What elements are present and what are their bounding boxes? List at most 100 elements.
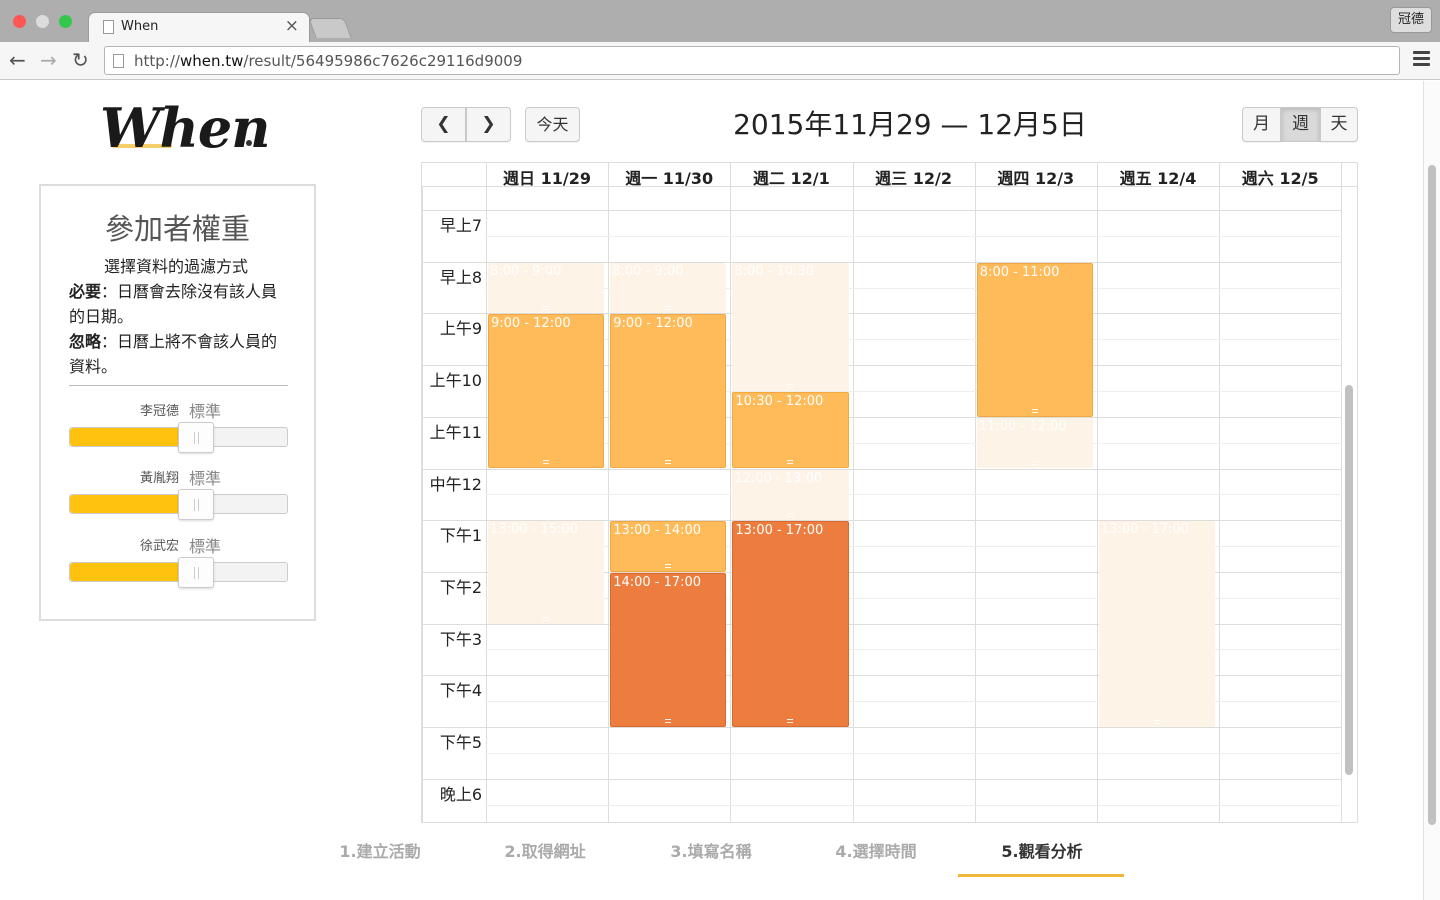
browser-tab[interactable]: When × <box>88 12 310 42</box>
participant-weight-panel: 參加者權重 選擇資料的過濾方式 必要：日曆會去除沒有該人員的日期。 忽略：日曆上… <box>39 184 316 621</box>
window-close-button[interactable] <box>13 15 26 28</box>
url-text[interactable]: http://when.tw/result/56495986c7626c2911… <box>134 52 522 70</box>
day-header: 週六 12/5 <box>1241 169 1319 188</box>
tab-close-icon[interactable]: × <box>285 16 299 36</box>
url-host: when.tw <box>179 52 244 70</box>
weight-slider-fill <box>70 563 180 581</box>
time-label: 晚上6 <box>439 784 482 804</box>
profile-button[interactable]: 冠德 <box>1390 7 1432 33</box>
day-header: 週二 12/1 <box>752 169 830 188</box>
weight-slider-handle[interactable] <box>178 422 214 453</box>
step-2[interactable]: 2.取得網址 <box>475 838 615 862</box>
time-label: 下午2 <box>439 577 482 597</box>
time-label: 下午5 <box>439 733 482 752</box>
time-slot-event[interactable]: 13:00 - 15:00 <box>488 521 605 624</box>
participant-name: 李冠德 <box>139 404 179 419</box>
column-divider <box>852 163 854 187</box>
grid-line <box>422 727 1342 728</box>
page-icon <box>113 54 124 68</box>
window-minimize-button[interactable] <box>36 15 49 28</box>
grid-line <box>486 235 1342 237</box>
participant-row: 黃胤翔 標準 <box>69 467 288 527</box>
participant-row: 徐武宏 標準 <box>69 535 288 595</box>
next-week-button[interactable]: ❯ <box>466 107 511 142</box>
participant-weight: 標準 <box>189 469 222 488</box>
column-divider <box>730 163 732 187</box>
step-5[interactable]: 5.觀看分析 <box>972 838 1112 862</box>
day-header: 週三 12/2 <box>875 169 952 188</box>
time-slot-event[interactable]: 8:00 - 9:00 <box>488 262 605 314</box>
weight-slider-handle[interactable] <box>178 557 214 588</box>
window-maximize-button[interactable] <box>59 15 72 28</box>
divider <box>69 385 288 386</box>
panel-title: 參加者權重 <box>104 212 250 246</box>
time-slot-event[interactable]: 10:30 - 12:00 <box>732 391 849 469</box>
ignore-description: ：日曆上將不會該人員的資料。 <box>69 332 278 376</box>
weight-slider[interactable] <box>69 422 288 453</box>
time-slot-event[interactable]: 13:00 - 14:00 <box>610 521 727 572</box>
prev-week-button[interactable]: ❮ <box>421 107 466 142</box>
participant-row: 李冠德 標準 <box>69 400 288 460</box>
time-label: 下午1 <box>439 526 482 546</box>
today-button[interactable]: 今天 <box>525 107 580 142</box>
column-divider <box>1219 163 1221 187</box>
column-divider <box>608 163 610 187</box>
step-4[interactable]: 4.選擇時間 <box>806 838 946 862</box>
time-slot-event[interactable]: 14:00 - 17:00 <box>610 572 727 727</box>
forward-arrow-icon[interactable]: → <box>40 50 57 70</box>
address-bar[interactable]: http://when.tw/result/56495986c7626c2911… <box>104 46 1400 75</box>
weight-slider-handle[interactable] <box>178 489 214 520</box>
time-slot-event[interactable]: 8:00 - 11:00 <box>976 262 1093 417</box>
weight-slider-fill <box>70 428 180 446</box>
back-arrow-icon[interactable]: ← <box>9 50 26 70</box>
grid-line <box>422 468 1342 470</box>
participant-name: 黃胤翔 <box>139 471 179 486</box>
new-tab-button[interactable] <box>308 18 352 38</box>
hamburger-menu-icon[interactable] <box>1413 51 1430 69</box>
time-label: 早上8 <box>439 267 482 287</box>
time-slot-event[interactable]: 13:00 - 17:00 <box>1099 521 1216 727</box>
logo-dot <box>246 140 252 146</box>
view-day-button[interactable]: 天 <box>1320 107 1358 142</box>
date-range-title: 2015年11月29 — 12月5日 <box>733 108 1087 141</box>
grid-line <box>486 494 1342 496</box>
weight-slider[interactable] <box>69 489 288 520</box>
day-header: 週五 12/4 <box>1119 169 1197 188</box>
required-label: 必要 <box>69 282 102 301</box>
active-step-indicator <box>958 874 1124 877</box>
step-3[interactable]: 3.填寫名稱 <box>641 838 781 862</box>
step-1[interactable]: 1.建立活動 <box>310 838 450 862</box>
chevron-right-icon: ❯ <box>481 114 496 134</box>
browser-tab-strip: When × 冠德 <box>0 0 1440 42</box>
time-grid[interactable]: 早上7 早上8 上午9 上午10 上午11 中午12 下午1 下午2 下午3 下午4 下午5 晚上6 8… <box>422 187 1343 822</box>
time-label: 上午10 <box>429 371 482 391</box>
weight-slider[interactable] <box>69 557 288 588</box>
page-scrollbar-thumb[interactable] <box>1428 165 1436 825</box>
participant-name: 徐武宏 <box>139 539 179 554</box>
time-label: 上午9 <box>439 319 482 339</box>
required-description: ：日曆會去除沒有該人員的日期。 <box>69 282 278 326</box>
view-month-button[interactable]: 月 <box>1242 107 1281 142</box>
time-label: 早上7 <box>439 216 482 235</box>
time-slot-event[interactable]: 12:00 - 13:00 <box>732 469 849 521</box>
reload-icon[interactable]: ↻ <box>72 50 89 70</box>
time-slot-event[interactable]: 11:00 - 12:00 <box>976 417 1093 469</box>
time-label: 下午4 <box>439 681 482 701</box>
weight-slider-fill <box>70 495 180 513</box>
day-header: 週一 11/30 <box>625 169 714 188</box>
time-slot-event[interactable]: 13:00 - 17:00 <box>732 521 849 727</box>
time-slot-event[interactable]: 8:00 - 10:30 <box>732 262 849 391</box>
panel-subtitle: 選擇資料的過濾方式 <box>103 257 248 276</box>
ignore-label: 忽略 <box>69 332 102 351</box>
column-divider <box>1097 163 1098 187</box>
calendar-scrollbar-thumb[interactable] <box>1345 385 1353 775</box>
logo[interactable]: When <box>100 96 271 160</box>
time-slot-event[interactable]: 9:00 - 12:00 <box>610 314 727 469</box>
url-path: /result/56495986c7626c29116d9009 <box>243 52 523 70</box>
chevron-left-icon: ❮ <box>436 114 451 134</box>
view-week-button[interactable]: 週 <box>1281 107 1320 142</box>
time-slot-event[interactable]: 9:00 - 12:00 <box>488 314 605 469</box>
url-prefix: http:// <box>134 52 180 70</box>
participant-weight: 標準 <box>189 537 222 556</box>
time-slot-event[interactable]: 8:00 - 9:00 <box>610 262 727 314</box>
